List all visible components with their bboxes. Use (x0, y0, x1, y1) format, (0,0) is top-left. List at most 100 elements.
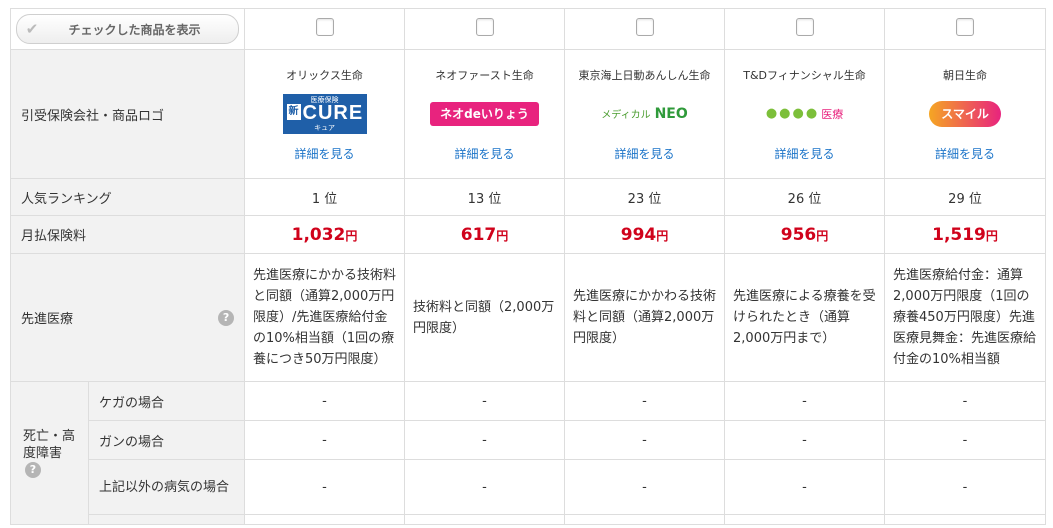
product-checkbox[interactable] (475, 18, 494, 36)
product-checkbox[interactable] (956, 18, 975, 36)
dash-value: - (244, 420, 406, 460)
product-select-cell (884, 8, 1047, 50)
injury-header: ケガの場合 (87, 381, 246, 421)
dash-value: - (724, 381, 886, 421)
product-select-cell (404, 8, 566, 50)
advanced-medical-text: 先進医療給付金：通算2,000万円限度（1回の療養450万円限度）先進医療見舞金… (893, 268, 1037, 367)
price-value: 1,032 (291, 224, 346, 245)
rank-value: 13 位 (404, 178, 566, 216)
price-value: 1,519 (932, 224, 986, 245)
row-label: ガンの場合 (99, 434, 165, 450)
dash-value: - (404, 420, 566, 460)
help-icon[interactable]: ? (25, 462, 41, 478)
company-name: ネオファースト生命 (435, 68, 534, 82)
row-label: 引受保険会社・商品ロゴ (21, 108, 165, 124)
rank-value: 29 位 (884, 178, 1047, 216)
dash-value: - (564, 381, 726, 421)
premium-header: 月払保険料 (9, 215, 246, 254)
product-logo-td[interactable]: ●●●● 医療 (725, 91, 884, 137)
next-row-cell (244, 514, 406, 525)
product-checkbox[interactable] (635, 18, 654, 36)
price-value: 994 (620, 224, 657, 245)
dash-value: - (404, 459, 566, 515)
injury-row: 死亡・高度障害 ? ケガの場合 - - - - - (10, 381, 1047, 525)
advanced-medical-text: 先進医療による療養を受けられたとき（通算2,000万円まで） (733, 289, 876, 346)
advanced-medical-cell: 技術料と同額（2,000万円限度） (404, 253, 566, 382)
row-label: 死亡・高度障害 (23, 429, 76, 461)
dash-value: - (884, 381, 1047, 421)
detail-link[interactable]: 詳細を見る (565, 145, 724, 162)
company-name: オリックス生命 (286, 68, 363, 82)
product-select-cell (564, 8, 726, 50)
price-unit: 円 (985, 228, 998, 243)
dash-value: - (884, 459, 1047, 515)
row-label: 人気ランキング (21, 191, 112, 207)
cancer-row: ガンの場合 - - - - - (11, 420, 1047, 460)
cancer-header: ガンの場合 (87, 420, 246, 460)
product-header-cell: ネオファースト生命 ネオdeいりょう 詳細を見る (404, 49, 566, 179)
price-cell: 1,032円 (244, 215, 406, 254)
death-disability-header: 死亡・高度障害 ? (10, 381, 89, 525)
ranking-header: 人気ランキング (9, 178, 246, 216)
filter-cell: ✔ チェックした商品を表示 (9, 8, 246, 50)
advanced-medical-cell: 先進医療にかかる技術料と同額（通算2,000万円限度）/先進医療給付金の10%相… (244, 253, 406, 382)
product-header-cell: オリックス生命 医療保険 新 CURE キュア 詳細を見る (244, 49, 406, 179)
row-label: ケガの場合 (99, 395, 165, 411)
rank-value: 26 位 (724, 178, 886, 216)
insurance-comparison-table: ✔ チェックした商品を表示 引受保険会社・商品ロゴ オリックス生命 医療保険 新… (9, 8, 1047, 525)
checkbox-row: ✔ チェックした商品を表示 (9, 8, 1047, 50)
dash-value: - (564, 459, 726, 515)
company-name: T&Dフィナンシャル生命 (743, 68, 866, 82)
product-header-cell: 東京海上日動あんしん生命 メディカル NEO 詳細を見る (564, 49, 726, 179)
product-logo-medical-neo[interactable]: メディカル NEO (565, 91, 724, 137)
company-logo-header: 引受保険会社・商品ロゴ (9, 49, 246, 179)
price-unit: 円 (345, 228, 358, 243)
next-row-cell (884, 514, 1047, 525)
product-logo-neo[interactable]: ネオdeいりょう (405, 91, 564, 137)
other-illness-row: 上記以外の病気の場合 - - - - - (11, 459, 1047, 515)
row-label: 月払保険料 (21, 229, 87, 244)
price-value: 617 (460, 224, 497, 245)
product-header-cell: 朝日生命 スマイル 詳細を見る (884, 49, 1047, 179)
price-value: 956 (780, 224, 817, 245)
help-icon[interactable]: ? (218, 309, 235, 326)
next-row-cell (564, 514, 726, 525)
comparison-table-wrapper: ✔ チェックした商品を表示 引受保険会社・商品ロゴ オリックス生命 医療保険 新… (9, 8, 1047, 528)
price-unit: 円 (496, 228, 509, 243)
product-checkbox[interactable] (315, 18, 334, 36)
advanced-medical-text: 技術料と同額（2,000万円限度） (413, 299, 555, 336)
show-checked-button[interactable]: ✔ チェックした商品を表示 (16, 14, 240, 44)
company-name: 東京海上日動あんしん生命 (578, 68, 711, 82)
dash-value: - (404, 381, 566, 421)
dash-value: - (724, 459, 886, 515)
advanced-medical-text: 先進医療にかかわる技術料と同額（通算2,000万円限度） (573, 289, 717, 346)
advanced-medical-cell: 先進医療給付金：通算2,000万円限度（1回の療養450万円限度）先進医療見舞金… (884, 253, 1047, 382)
product-logo-asahi[interactable]: スマイル (885, 91, 1045, 137)
detail-link[interactable]: 詳細を見る (725, 145, 884, 162)
detail-link[interactable]: 詳細を見る (245, 145, 404, 162)
next-row-cell (404, 514, 566, 525)
row-label: 先進医療 (21, 312, 74, 327)
other-illness-header: 上記以外の病気の場合 (87, 459, 246, 515)
detail-link[interactable]: 詳細を見る (885, 145, 1045, 162)
next-row-cell (724, 514, 886, 525)
next-row-header (87, 514, 246, 525)
product-checkbox[interactable] (795, 18, 814, 36)
dash-value: - (244, 381, 406, 421)
price-cell: 956円 (724, 215, 886, 254)
price-cell: 617円 (404, 215, 566, 254)
advanced-medical-header: 先進医療 ? (9, 253, 246, 382)
price-cell: 1,519円 (884, 215, 1047, 254)
dash-value: - (564, 420, 726, 460)
dash-value: - (884, 420, 1047, 460)
dash-value: - (244, 459, 406, 515)
advanced-medical-cell: 先進医療による療養を受けられたとき（通算2,000万円まで） (724, 253, 886, 382)
detail-link[interactable]: 詳細を見る (405, 145, 564, 162)
next-row-partial (11, 514, 1047, 525)
company-logo-row: 引受保険会社・商品ロゴ オリックス生命 医療保険 新 CURE キュア 詳細を見… (9, 49, 1047, 179)
product-logo-cure[interactable]: 医療保険 新 CURE キュア (245, 91, 404, 137)
price-unit: 円 (656, 228, 669, 243)
advanced-medical-text: 先進医療にかかる技術料と同額（通算2,000万円限度）/先進医療給付金の10%相… (253, 268, 397, 367)
rank-value: 1 位 (244, 178, 406, 216)
product-select-cell (724, 8, 886, 50)
